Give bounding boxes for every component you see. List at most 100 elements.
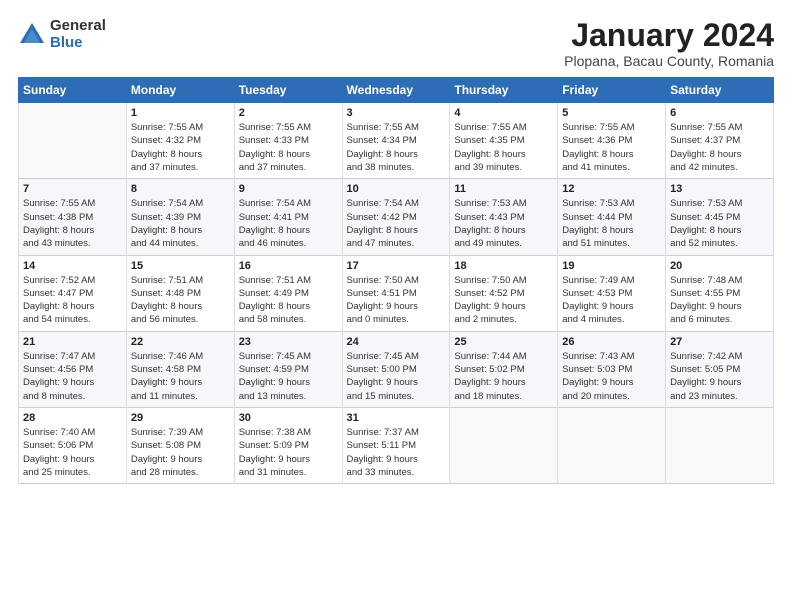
cell-line: Sunrise: 7:49 AM [562,274,661,287]
cell-line: Sunrise: 7:55 AM [347,121,446,134]
day-number: 6 [670,107,769,119]
cell-line: Daylight: 8 hours [23,224,122,237]
cell-line: Sunset: 5:03 PM [562,363,661,376]
calendar-week-4: 21Sunrise: 7:47 AMSunset: 4:56 PMDayligh… [19,331,774,407]
cell-line: Daylight: 9 hours [131,453,230,466]
cell-line: Daylight: 9 hours [670,376,769,389]
calendar-cell: 9Sunrise: 7:54 AMSunset: 4:41 PMDaylight… [234,179,342,255]
calendar-cell [19,103,127,179]
cell-line: Sunrise: 7:55 AM [239,121,338,134]
cell-line: Sunrise: 7:50 AM [454,274,553,287]
day-number: 20 [670,260,769,272]
cell-line: Sunrise: 7:46 AM [131,350,230,363]
cell-line: Daylight: 9 hours [347,376,446,389]
cell-line: Sunrise: 7:48 AM [670,274,769,287]
logo-general-text: General [50,18,106,35]
calendar-cell: 25Sunrise: 7:44 AMSunset: 5:02 PMDayligh… [450,331,558,407]
title-block: January 2024 Plopana, Bacau County, Roma… [564,18,774,69]
cell-line: and 13 minutes. [239,390,338,403]
day-number: 25 [454,336,553,348]
calendar-cell: 17Sunrise: 7:50 AMSunset: 4:51 PMDayligh… [342,255,450,331]
cell-line: Sunset: 4:35 PM [454,134,553,147]
cell-line: and 15 minutes. [347,390,446,403]
calendar-cell: 21Sunrise: 7:47 AMSunset: 4:56 PMDayligh… [19,331,127,407]
calendar-week-1: 1Sunrise: 7:55 AMSunset: 4:32 PMDaylight… [19,103,774,179]
calendar-cell: 29Sunrise: 7:39 AMSunset: 5:08 PMDayligh… [126,407,234,483]
calendar-cell: 6Sunrise: 7:55 AMSunset: 4:37 PMDaylight… [666,103,774,179]
day-number: 2 [239,107,338,119]
cell-line: Sunrise: 7:55 AM [131,121,230,134]
cell-line: Sunrise: 7:55 AM [23,197,122,210]
logo-blue-text: Blue [50,35,106,52]
calendar-cell [666,407,774,483]
cell-line: and 25 minutes. [23,466,122,479]
calendar-cell: 14Sunrise: 7:52 AMSunset: 4:47 PMDayligh… [19,255,127,331]
col-wednesday: Wednesday [342,78,450,103]
cell-line: and 23 minutes. [670,390,769,403]
day-number: 9 [239,183,338,195]
cell-line: Daylight: 9 hours [131,376,230,389]
cell-line: and 56 minutes. [131,313,230,326]
cell-line: and 37 minutes. [239,161,338,174]
calendar-cell: 31Sunrise: 7:37 AMSunset: 5:11 PMDayligh… [342,407,450,483]
cell-line: Sunset: 4:34 PM [347,134,446,147]
cell-line: Sunrise: 7:55 AM [562,121,661,134]
cell-line: Daylight: 9 hours [562,376,661,389]
cell-line: Sunset: 4:49 PM [239,287,338,300]
header: General Blue January 2024 Plopana, Bacau… [18,18,774,69]
cell-line: Sunrise: 7:53 AM [670,197,769,210]
cell-line: Sunset: 4:32 PM [131,134,230,147]
cell-line: Sunrise: 7:54 AM [347,197,446,210]
cell-line: and 51 minutes. [562,237,661,250]
cell-line: Sunset: 5:02 PM [454,363,553,376]
cell-line: Sunset: 4:37 PM [670,134,769,147]
day-number: 29 [131,412,230,424]
calendar-cell: 15Sunrise: 7:51 AMSunset: 4:48 PMDayligh… [126,255,234,331]
cell-line: and 2 minutes. [454,313,553,326]
col-friday: Friday [558,78,666,103]
cell-line: Sunrise: 7:54 AM [239,197,338,210]
day-number: 21 [23,336,122,348]
day-number: 5 [562,107,661,119]
cell-line: Daylight: 9 hours [239,376,338,389]
cell-line: Sunrise: 7:54 AM [131,197,230,210]
cell-line: Sunset: 4:39 PM [131,211,230,224]
cell-line: Daylight: 8 hours [239,300,338,313]
cell-line: Daylight: 9 hours [454,300,553,313]
day-number: 18 [454,260,553,272]
calendar-cell: 23Sunrise: 7:45 AMSunset: 4:59 PMDayligh… [234,331,342,407]
cell-line: Sunset: 4:55 PM [670,287,769,300]
col-monday: Monday [126,78,234,103]
cell-line: Sunset: 4:47 PM [23,287,122,300]
day-number: 23 [239,336,338,348]
col-tuesday: Tuesday [234,78,342,103]
day-number: 10 [347,183,446,195]
col-saturday: Saturday [666,78,774,103]
day-number: 8 [131,183,230,195]
cell-line: and 49 minutes. [454,237,553,250]
cell-line: Daylight: 8 hours [347,148,446,161]
cell-line: Daylight: 9 hours [23,376,122,389]
cell-line: Sunset: 4:53 PM [562,287,661,300]
cell-line: and 8 minutes. [23,390,122,403]
cell-line: and 18 minutes. [454,390,553,403]
col-thursday: Thursday [450,78,558,103]
cell-line: Sunset: 4:33 PM [239,134,338,147]
cell-line: Sunset: 4:43 PM [454,211,553,224]
cell-line: Sunrise: 7:44 AM [454,350,553,363]
cell-line: and 42 minutes. [670,161,769,174]
cell-line: Daylight: 8 hours [454,148,553,161]
calendar-cell [558,407,666,483]
cell-line: Sunset: 4:58 PM [131,363,230,376]
day-number: 1 [131,107,230,119]
day-number: 17 [347,260,446,272]
cell-line: and 0 minutes. [347,313,446,326]
day-number: 15 [131,260,230,272]
calendar-cell: 26Sunrise: 7:43 AMSunset: 5:03 PMDayligh… [558,331,666,407]
cell-line: Daylight: 8 hours [670,148,769,161]
cell-line: Sunrise: 7:51 AM [131,274,230,287]
day-number: 16 [239,260,338,272]
location: Plopana, Bacau County, Romania [564,53,774,69]
cell-line: Sunset: 5:09 PM [239,439,338,452]
cell-line: and 38 minutes. [347,161,446,174]
